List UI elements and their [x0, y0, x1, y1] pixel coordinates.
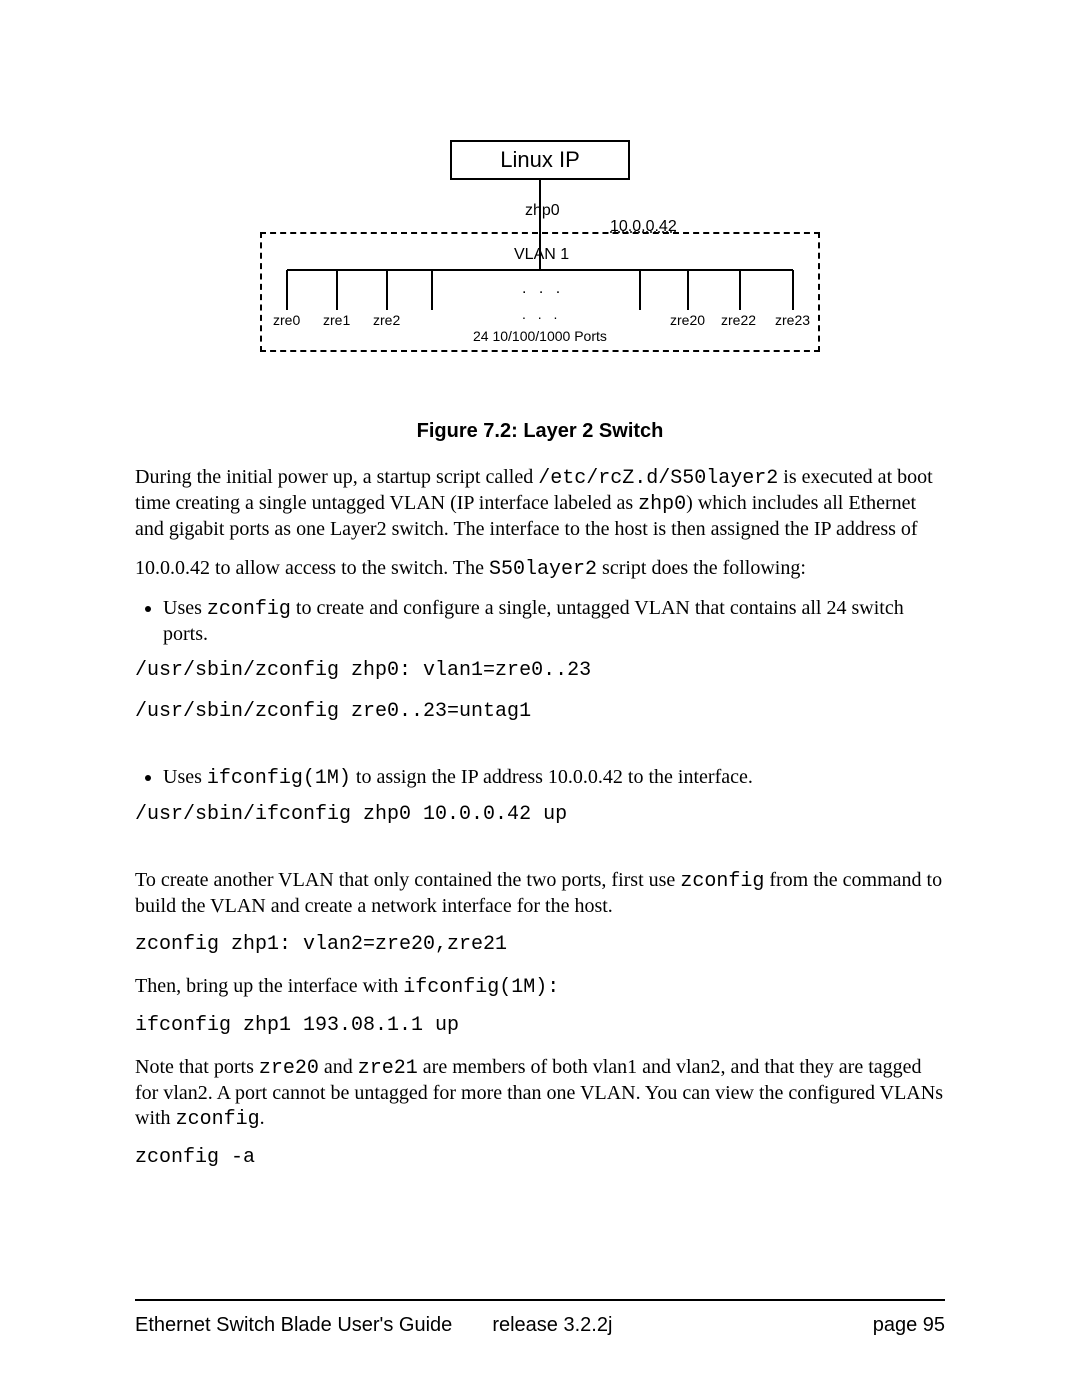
- footer-guide-title: Ethernet Switch Blade User's Guide: [135, 1314, 452, 1337]
- code: ifconfig(1M):: [403, 976, 559, 999]
- text: 10.0.0.42 to allow access to the switch.…: [135, 557, 489, 579]
- diagram-zhp0-label: zhp0: [525, 202, 560, 220]
- code: zre20: [259, 1057, 319, 1080]
- diagram-layer2-switch: Linux IP zhp0 10.0.0.42 VLAN 1 . . . zre…: [260, 140, 820, 360]
- cmd-zconfig-vlan: /usr/sbin/zconfig zhp0: vlan1=zre0..23: [135, 659, 945, 682]
- text: script does the following:: [597, 557, 806, 579]
- para-create-vlan: To create another VLAN that only contain…: [135, 868, 945, 919]
- document-page: Linux IP zhp0 10.0.0.42 VLAN 1 . . . zre…: [0, 0, 1080, 1397]
- text: During the initial power up, a startup s…: [135, 466, 538, 488]
- text: Uses: [163, 597, 207, 619]
- text: and: [319, 1056, 358, 1078]
- para-intro-1: During the initial power up, a startup s…: [135, 465, 945, 542]
- para-bringup: Then, bring up the interface with ifconf…: [135, 974, 945, 1000]
- code: S50layer2: [489, 558, 597, 581]
- code: zhp0: [638, 493, 686, 516]
- footer-rule: [135, 1299, 945, 1301]
- text: To create another VLAN that only contain…: [135, 869, 680, 891]
- code: zconfig: [176, 1108, 260, 1131]
- bullet-list-1: Uses zconfig to create and configure a s…: [135, 596, 945, 647]
- footer-release: release 3.2.2j: [492, 1314, 612, 1337]
- text: Then, bring up the interface with: [135, 975, 403, 997]
- para-note-ports: Note that ports zre20 and zre21 are memb…: [135, 1055, 945, 1132]
- bullet-ifconfig: Uses ifconfig(1M) to assign the IP addre…: [163, 765, 945, 791]
- code: zconfig: [680, 870, 764, 893]
- text: to assign the IP address 10.0.0.42 to th…: [351, 766, 753, 788]
- figure-caption: Figure 7.2: Layer 2 Switch: [135, 420, 945, 443]
- cmd-ifconfig-zhp0: /usr/sbin/ifconfig zhp0 10.0.0.42 up: [135, 803, 945, 826]
- text: Note that ports: [135, 1056, 259, 1078]
- cmd-zconfig-a: zconfig -a: [135, 1146, 945, 1169]
- code: /etc/rcZ.d/S50layer2: [538, 467, 778, 490]
- text: .: [260, 1107, 265, 1129]
- cmd-zconfig-zhp1: zconfig zhp1: vlan2=zre20,zre21: [135, 933, 945, 956]
- bullet-zconfig: Uses zconfig to create and configure a s…: [163, 596, 945, 647]
- diagram-vlan-outline: [260, 232, 820, 352]
- bullet-list-2: Uses ifconfig(1M) to assign the IP addre…: [135, 765, 945, 791]
- cmd-ifconfig-zhp1: ifconfig zhp1 193.08.1.1 up: [135, 1014, 945, 1037]
- cmd-zconfig-untag: /usr/sbin/zconfig zre0..23=untag1: [135, 700, 945, 723]
- code: zconfig: [207, 598, 291, 621]
- footer-page-number: page 95: [873, 1314, 945, 1337]
- para-intro-2: 10.0.0.42 to allow access to the switch.…: [135, 556, 945, 582]
- page-footer: Ethernet Switch Blade User's Guide relea…: [135, 1314, 945, 1337]
- code: ifconfig(1M): [207, 767, 351, 790]
- code: zre21: [358, 1057, 418, 1080]
- text: Uses: [163, 766, 207, 788]
